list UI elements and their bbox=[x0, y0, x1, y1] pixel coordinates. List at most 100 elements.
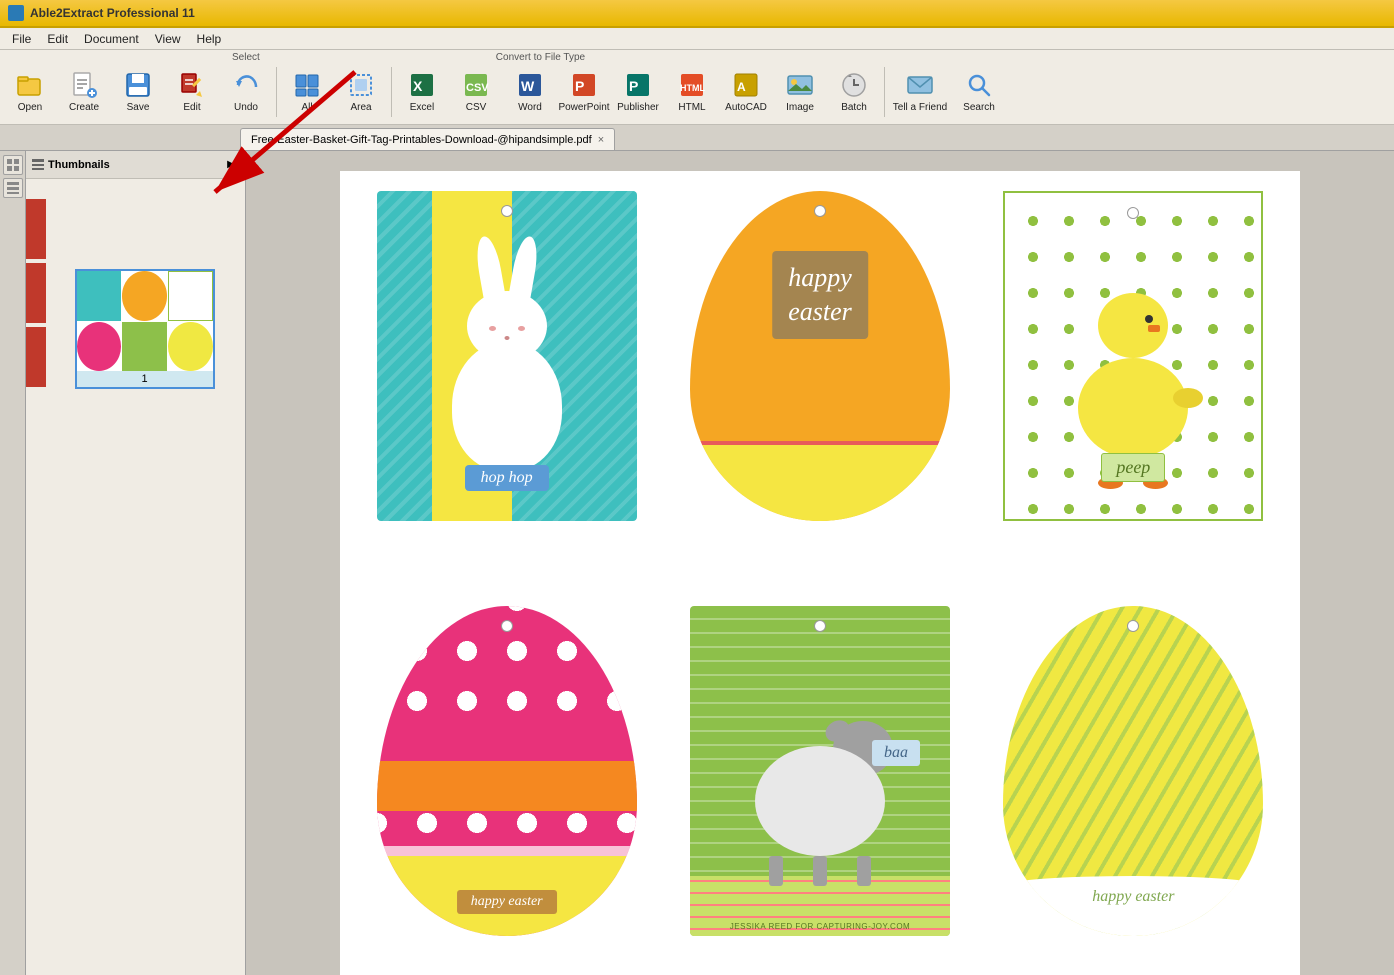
sidebar-title: Thumbnails bbox=[48, 159, 110, 171]
publisher-button[interactable]: P Publisher bbox=[612, 64, 664, 120]
pdf-tab[interactable]: Free-Easter-Basket-Gift-Tag-Printables-D… bbox=[240, 128, 615, 150]
open-button[interactable]: Open bbox=[4, 64, 56, 120]
pink-egg-orange-band bbox=[377, 761, 637, 811]
sidebar-header-left: Thumbnails bbox=[32, 159, 110, 171]
undo-button[interactable]: Undo bbox=[220, 64, 272, 120]
thumbnail-image bbox=[77, 271, 213, 371]
sheep-legs bbox=[769, 856, 871, 886]
egg-bottom bbox=[690, 441, 950, 521]
sheep-body-wool bbox=[755, 746, 885, 856]
autocad-button[interactable]: A AutoCAD bbox=[720, 64, 772, 120]
chick-body-area: peep bbox=[1078, 313, 1188, 489]
menu-bar: File Edit Document View Help bbox=[0, 28, 1394, 50]
hop-hop-label: hop hop bbox=[465, 465, 549, 491]
batch-icon bbox=[840, 71, 868, 99]
toolbar-sep-1 bbox=[276, 67, 277, 117]
create-icon bbox=[70, 71, 98, 99]
bunny-tag-hole bbox=[501, 205, 513, 217]
svg-text:A: A bbox=[737, 80, 746, 94]
convert-group-label: Convert to File Type bbox=[488, 52, 593, 63]
publisher-icon: P bbox=[624, 71, 652, 99]
svg-text:HTML: HTML bbox=[680, 83, 705, 93]
undo-icon bbox=[232, 71, 260, 99]
bunny-tag: hop hop bbox=[377, 191, 637, 521]
sheep-leg-3 bbox=[857, 856, 871, 886]
yellow-egg-hole bbox=[1127, 620, 1139, 632]
tab-filename: Free-Easter-Basket-Gift-Tag-Printables-D… bbox=[251, 134, 592, 146]
powerpoint-button[interactable]: P PowerPoint bbox=[558, 64, 610, 120]
edit-button[interactable]: Edit bbox=[166, 64, 218, 120]
select-group-label: Select bbox=[224, 52, 268, 63]
easter-egg-tag-card: happy easter bbox=[673, 191, 966, 521]
chick-wing bbox=[1173, 388, 1203, 408]
menu-document[interactable]: Document bbox=[76, 30, 147, 48]
powerpoint-icon: P bbox=[570, 71, 598, 99]
bunny-body bbox=[452, 341, 562, 471]
csv-button[interactable]: CSV CSV bbox=[450, 64, 502, 120]
search-icon bbox=[965, 71, 993, 99]
tab-close-button[interactable]: × bbox=[598, 134, 604, 146]
toolbar-area: Select Convert to File Type Open bbox=[0, 50, 1394, 125]
save-button[interactable]: Save bbox=[112, 64, 164, 120]
area-icon bbox=[347, 71, 375, 99]
easter-egg-hole bbox=[814, 205, 826, 217]
svg-text:X: X bbox=[413, 78, 423, 94]
app-title: Able2Extract Professional 11 bbox=[30, 6, 195, 20]
yellow-egg-happy-easter: happy easter bbox=[1092, 888, 1174, 906]
peep-label: peep bbox=[1101, 453, 1165, 482]
excel-button[interactable]: X Excel bbox=[396, 64, 448, 120]
thumbnail-page-1[interactable]: 1 bbox=[75, 269, 215, 389]
thumbnail-label: 1 bbox=[77, 371, 213, 387]
batch-button[interactable]: Batch bbox=[828, 64, 880, 120]
sidebar-red-tab-1[interactable] bbox=[26, 199, 46, 259]
chick-tag: peep bbox=[1003, 191, 1263, 521]
save-icon bbox=[124, 71, 152, 99]
svg-text:P: P bbox=[575, 78, 584, 94]
all-button[interactable]: All bbox=[281, 64, 333, 120]
left-icon-grid[interactable] bbox=[3, 155, 23, 175]
toolbar-group-labels: Select Convert to File Type bbox=[4, 52, 1390, 63]
sidebar-red-tab-3[interactable] bbox=[26, 327, 46, 387]
easter-egg-tag: happy easter bbox=[690, 191, 950, 521]
tell-a-friend-button[interactable]: Tell a Friend bbox=[889, 64, 951, 120]
word-icon: W bbox=[516, 71, 544, 99]
sidebar: Thumbnails ▶ bbox=[26, 151, 246, 975]
pink-egg-tag: happy easter bbox=[377, 606, 637, 936]
menu-edit[interactable]: Edit bbox=[39, 30, 76, 48]
area-button[interactable]: Area bbox=[335, 64, 387, 120]
left-icon-list[interactable] bbox=[3, 178, 23, 198]
menu-view[interactable]: View bbox=[147, 30, 189, 48]
svg-text:W: W bbox=[521, 78, 535, 94]
sidebar-red-tab-2[interactable] bbox=[26, 263, 46, 323]
svg-text:CSV: CSV bbox=[466, 82, 489, 94]
chick-eye bbox=[1145, 315, 1153, 323]
chick-tag-hole bbox=[1127, 207, 1139, 219]
html-button[interactable]: HTML HTML bbox=[666, 64, 718, 120]
menu-file[interactable]: File bbox=[4, 30, 39, 48]
baa-label: baa bbox=[872, 740, 920, 766]
sheep-leg-2 bbox=[813, 856, 827, 886]
pink-egg-tag-card: happy easter bbox=[360, 606, 653, 936]
toolbar-sep-3 bbox=[884, 67, 885, 117]
image-button[interactable]: Image bbox=[774, 64, 826, 120]
word-button[interactable]: W Word bbox=[504, 64, 556, 120]
menu-help[interactable]: Help bbox=[189, 30, 230, 48]
thumbnail-area: 1 bbox=[26, 179, 245, 975]
sidebar-header: Thumbnails ▶ bbox=[26, 151, 245, 179]
sheep-tag-hole bbox=[814, 620, 826, 632]
yellow-chevron-egg: happy easter bbox=[1003, 606, 1263, 936]
pink-egg-hole bbox=[501, 620, 513, 632]
sidebar-toggle-button[interactable]: ▶ bbox=[223, 157, 239, 173]
pink-egg-happy-easter: happy easter bbox=[457, 890, 557, 914]
toolbar: Open Create bbox=[4, 64, 1390, 120]
image-icon bbox=[786, 71, 814, 99]
tab-bar: Free-Easter-Basket-Gift-Tag-Printables-D… bbox=[0, 125, 1394, 151]
edit-icon bbox=[178, 71, 206, 99]
create-button[interactable]: Create bbox=[58, 64, 110, 120]
tell-a-friend-icon bbox=[906, 71, 934, 99]
attribution-text: JESSIKA REED FOR CAPTURING-JOY.COM bbox=[730, 922, 910, 931]
chick-head bbox=[1098, 293, 1168, 358]
csv-icon: CSV bbox=[462, 71, 490, 99]
search-button[interactable]: Search bbox=[953, 64, 1005, 120]
chick-beak bbox=[1148, 325, 1160, 332]
